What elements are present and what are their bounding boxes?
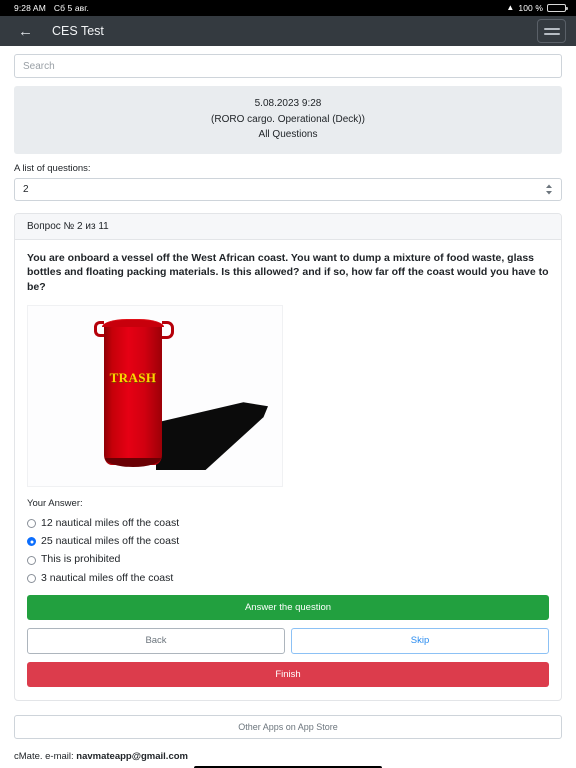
status-date: Сб 5 авг.	[53, 3, 89, 13]
radio-icon[interactable]	[27, 555, 36, 565]
footer-contact-note: cMate. e-mail: navmateapp@gmail.com	[14, 751, 562, 762]
battery-icon	[547, 3, 568, 13]
back-button[interactable]: Back	[27, 628, 285, 654]
question-card-body: You are onboard a vessel off the West Af…	[15, 240, 561, 701]
your-answer-label: Your Answer:	[27, 498, 83, 510]
answer-option-label: 25 nautical miles off the coast	[41, 535, 180, 548]
back-arrow-icon[interactable]: ←	[18, 24, 36, 39]
info-scope: All Questions	[258, 129, 318, 140]
nav-button-row: Back Skip	[27, 628, 549, 654]
trash-can-illustration: TRASH	[27, 305, 283, 488]
radio-icon-selected[interactable]	[27, 537, 36, 547]
finish-button[interactable]: Finish	[27, 661, 549, 688]
answer-the-question-button[interactable]: Answer the question	[27, 594, 549, 621]
question-list-label: A list of questions:	[14, 162, 91, 174]
status-bar-left: 9:28 AM Сб 5 авг.	[14, 3, 89, 13]
question-counter: Вопрос № 2 из 11	[15, 213, 561, 240]
info-course: (RORO cargo. Operational (Deck))	[211, 113, 365, 125]
question-card: Вопрос № 2 из 11 You are onboard a vesse…	[14, 212, 562, 702]
answer-option-label: This is prohibited	[41, 553, 121, 566]
search-input[interactable]	[14, 54, 562, 78]
ios-status-bar: 9:28 AM Сб 5 авг. ▲ 100 %	[0, 0, 576, 16]
test-info-panel: 5.08.2023 9:28 (RORO cargo. Operational …	[14, 86, 562, 154]
app-header: ← CES Test	[0, 16, 576, 46]
question-list-selected-value: 2	[23, 183, 29, 195]
skip-button[interactable]: Skip	[291, 628, 549, 654]
page-content: 5.08.2023 9:28 (RORO cargo. Operational …	[0, 54, 576, 768]
hamburger-menu-icon[interactable]	[537, 19, 566, 43]
page-title: CES Test	[52, 24, 104, 38]
status-time: 9:28 AM	[14, 3, 46, 13]
trash-can-lid	[102, 319, 164, 328]
footer-note-prefix: cMate. e-mail:	[14, 751, 77, 763]
answer-option-3[interactable]: This is prohibited	[27, 553, 549, 566]
answer-option-1[interactable]: 12 nautical miles off the coast	[27, 517, 549, 530]
info-datetime: 5.08.2023 9:28	[254, 98, 322, 109]
trash-can-shadow	[156, 402, 268, 471]
hamburger-bar	[543, 32, 560, 35]
trash-can-label: TRASH	[109, 370, 157, 386]
trash-can-base	[105, 458, 161, 468]
trash-can-body	[104, 323, 162, 466]
answer-option-4[interactable]: 3 nautical miles off the coast	[27, 572, 549, 585]
status-bar-right: ▲ 100 %	[506, 3, 568, 13]
answer-option-label: 12 nautical miles off the coast	[41, 517, 180, 530]
trash-can-handle-right	[162, 321, 174, 340]
other-apps-on-app-store-button[interactable]: Other Apps on App Store	[14, 715, 562, 740]
answer-option-label: 3 nautical miles off the coast	[41, 571, 174, 584]
wifi-icon: ▲	[506, 3, 515, 12]
answer-options-list: 12 nautical miles off the coast 25 nauti…	[27, 517, 549, 585]
radio-icon[interactable]	[27, 519, 36, 529]
question-text: You are onboard a vessel off the West Af…	[27, 251, 549, 294]
hamburger-bar	[543, 27, 560, 30]
question-list-select[interactable]: 2	[14, 177, 562, 201]
footer-email: navmateapp@gmail.com	[76, 751, 188, 763]
battery-percent-label: 100 %	[518, 3, 543, 13]
question-list-select-wrapper: 2	[14, 177, 562, 201]
radio-icon[interactable]	[27, 573, 36, 583]
answer-option-2[interactable]: 25 nautical miles off the coast	[27, 535, 549, 548]
